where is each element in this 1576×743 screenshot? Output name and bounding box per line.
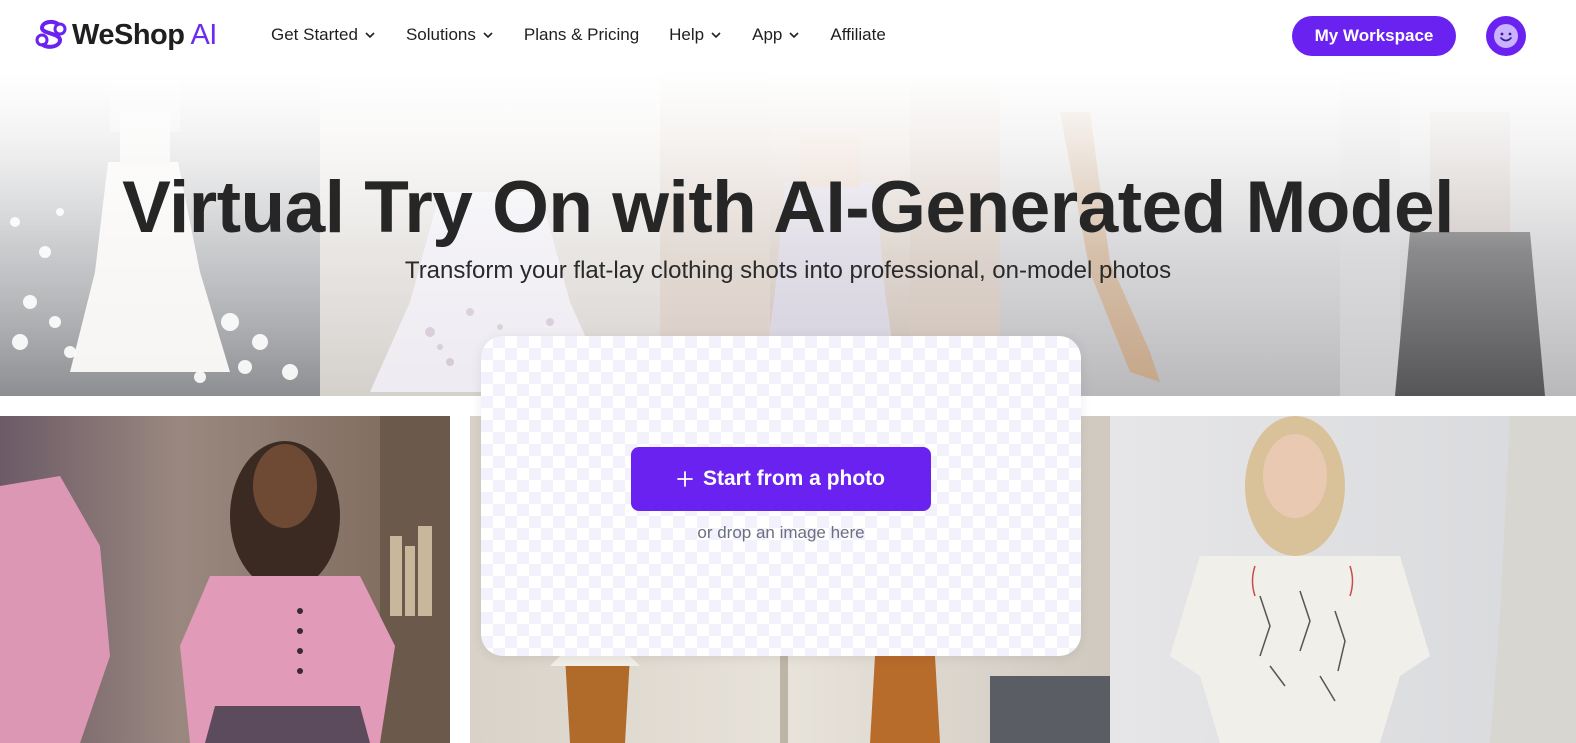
chevron-down-icon (365, 32, 375, 39)
nav-get-started[interactable]: Get Started (271, 25, 376, 45)
upload-dropzone[interactable]: Start from a photo or drop an image here (481, 336, 1081, 656)
nav-solutions-label: Solutions (405, 25, 476, 44)
brand-suffix: AI (190, 18, 217, 51)
main-nav: Get Started Solutions Plans & Pricing He… (271, 25, 886, 45)
nav-help[interactable]: Help (669, 25, 722, 45)
page-title: Virtual Try On with AI-Generated Model (122, 167, 1454, 248)
nav-solutions[interactable]: Solutions (406, 25, 494, 45)
user-avatar[interactable] (1486, 16, 1526, 56)
nav-plans-pricing[interactable]: Plans & Pricing (524, 25, 639, 45)
nav-help-label: Help (669, 25, 705, 44)
gallery-image-white-tee (1110, 416, 1576, 743)
gallery-image-pink-sweater (0, 416, 450, 743)
nav-affiliate-label: Affiliate (830, 25, 886, 44)
top-header: WeShop AI Get Started Solutions Plans & P… (0, 0, 1576, 72)
chevron-down-icon (711, 32, 721, 39)
chevron-down-icon (483, 32, 493, 39)
nav-affiliate[interactable]: Affiliate (830, 25, 885, 45)
nav-app[interactable]: App (752, 25, 800, 45)
nav-get-started-label: Get Started (271, 25, 358, 44)
brand-name: WeShop AI (72, 18, 217, 51)
nav-app-label: App (752, 25, 783, 44)
drop-hint: or drop an image here (697, 523, 865, 542)
weshop-logo-icon (35, 19, 67, 49)
page-subtitle: Transform your flat-lay clothing shots i… (404, 257, 1172, 284)
plus-icon (677, 471, 693, 487)
brand-logo[interactable]: WeShop AI (34, 17, 217, 53)
nav-plans-pricing-label: Plans & Pricing (523, 25, 640, 44)
smiley-face-icon (1494, 24, 1518, 48)
start-from-photo-button[interactable]: Start from a photo (631, 447, 931, 511)
chevron-down-icon (789, 32, 799, 39)
start-from-photo-label: Start from a photo (703, 467, 885, 490)
my-workspace-button[interactable]: My Workspace (1292, 16, 1456, 56)
